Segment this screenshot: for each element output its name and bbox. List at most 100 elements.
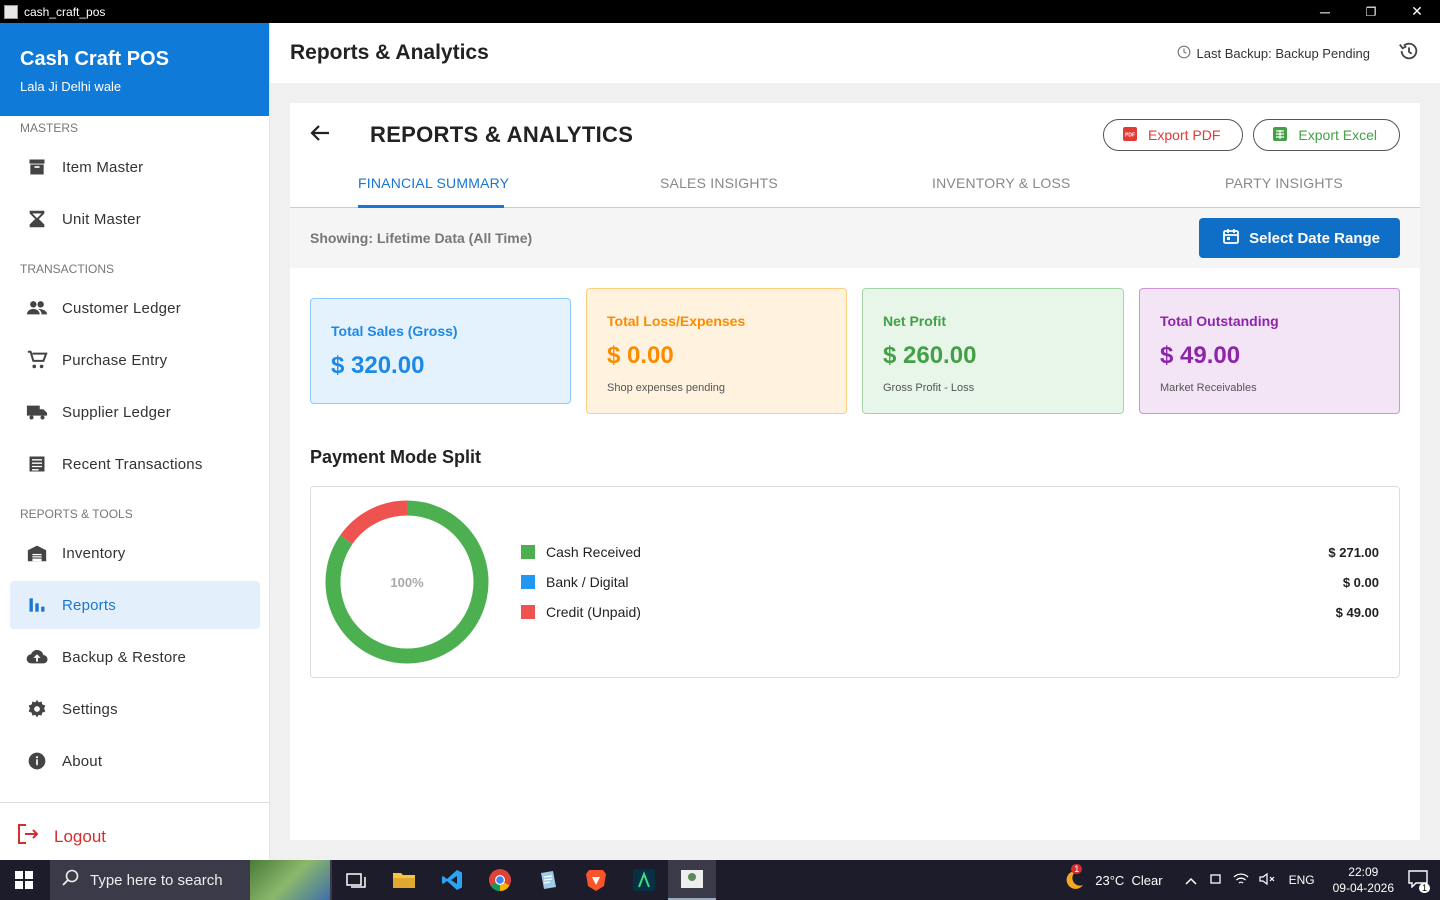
export-excel-label: Export Excel: [1298, 127, 1377, 143]
section-transactions: TRANSACTIONS: [20, 262, 115, 276]
sidebar-item-label: Backup & Restore: [62, 648, 187, 666]
sidebar-item-label: About: [62, 752, 103, 770]
card-label: Total Outstanding: [1160, 313, 1279, 329]
legend-swatch: [521, 545, 535, 559]
legend-value: $ 49.00: [1335, 604, 1379, 620]
export-pdf-button[interactable]: PDF Export PDF: [1103, 119, 1244, 151]
report-tabs: FINANCIAL SUMMARY SALES INSIGHTS INVENTO…: [290, 167, 1420, 208]
weather-badge: 1: [1071, 863, 1083, 874]
app-icon: [4, 4, 18, 19]
tab-sales-insights[interactable]: SALES INSIGHTS: [660, 175, 778, 191]
notes-app-icon[interactable]: [524, 860, 572, 900]
system-tray: 1 23°C Clear ENG 22:09 09-04-2026 1: [1063, 860, 1440, 900]
minimize-button[interactable]: ─: [1302, 0, 1348, 23]
close-button[interactable]: ✕: [1394, 0, 1440, 23]
backup-status: Last Backup: Backup Pending: [1177, 45, 1370, 62]
android-studio-icon[interactable]: [620, 860, 668, 900]
card-note: Gross Profit - Loss: [883, 382, 975, 394]
card-note: Market Receivables: [1160, 382, 1257, 394]
tab-inventory-loss[interactable]: INVENTORY & LOSS: [932, 175, 1071, 191]
backup-status-text: Last Backup: Backup Pending: [1196, 45, 1370, 61]
logout-button[interactable]: Logout: [16, 823, 106, 850]
reports-panel: REPORTS & ANALYTICS PDF Export PDF Expor…: [290, 103, 1420, 840]
vscode-icon[interactable]: [428, 860, 476, 900]
shop-name: Lala Ji Delhi wale: [20, 79, 122, 94]
sidebar-item-inventory[interactable]: Inventory: [10, 529, 260, 577]
language-indicator[interactable]: ENG: [1289, 873, 1315, 887]
sidebar-item-customer-ledger[interactable]: Customer Ledger: [10, 284, 260, 332]
weather-icon[interactable]: 1: [1063, 863, 1085, 893]
total-sales-card: Total Sales (Gross) $ 320.00: [310, 298, 571, 404]
window-title: cash_craft_pos: [24, 4, 106, 19]
wifi-icon[interactable]: [1233, 872, 1249, 889]
weather-text[interactable]: 23°C Clear: [1095, 873, 1162, 888]
legend-value: $ 271.00: [1328, 544, 1379, 560]
back-arrow-icon[interactable]: [310, 124, 340, 147]
sidebar-divider: [0, 802, 270, 803]
start-button[interactable]: [0, 860, 48, 900]
card-label: Total Loss/Expenses: [607, 313, 746, 329]
people-icon: [26, 297, 48, 319]
sidebar-item-settings[interactable]: Settings: [10, 685, 260, 733]
payment-mode-split-title: Payment Mode Split: [310, 447, 482, 467]
card-value: $ 49.00: [1160, 342, 1241, 369]
cloud-upload-icon: [26, 646, 48, 668]
meet-icon[interactable]: [1209, 872, 1223, 889]
sidebar-item-item-master[interactable]: Item Master: [10, 143, 260, 191]
net-profit-card: Net Profit $ 260.00 Gross Profit - Loss: [862, 288, 1124, 414]
info-icon: [26, 750, 48, 772]
windows-taskbar: Type here to search 1 23°C Clear ENG 22:…: [0, 860, 1440, 900]
select-date-range-button[interactable]: Select Date Range: [1199, 218, 1400, 258]
section-reports-tools: REPORTS & TOOLS: [20, 507, 133, 521]
legend-label: Bank / Digital: [546, 574, 629, 590]
export-excel-button[interactable]: Export Excel: [1253, 119, 1400, 151]
tab-financial-summary[interactable]: FINANCIAL SUMMARY: [358, 175, 509, 191]
truck-icon: [26, 401, 48, 423]
sidebar-item-label: Recent Transactions: [62, 455, 203, 473]
search-placeholder: Type here to search: [90, 871, 223, 889]
notification-icon[interactable]: 1: [1408, 869, 1430, 893]
volume-icon[interactable]: [1258, 872, 1275, 889]
card-label: Total Sales (Gross): [331, 323, 458, 339]
top-header: Reports & Analytics Last Backup: Backup …: [270, 23, 1440, 83]
sidebar-item-backup-restore[interactable]: Backup & Restore: [10, 633, 260, 681]
clock[interactable]: 22:09 09-04-2026: [1333, 864, 1394, 896]
sidebar-item-label: Customer Ledger: [62, 299, 181, 317]
sidebar-item-label: Settings: [62, 700, 118, 718]
spreadsheet-icon: [1272, 126, 1288, 145]
sidebar-item-about[interactable]: About: [10, 737, 260, 785]
sidebar-item-unit-master[interactable]: Unit Master: [10, 195, 260, 243]
sidebar-item-supplier-ledger[interactable]: Supplier Ledger: [10, 388, 260, 436]
export-pdf-label: Export PDF: [1148, 127, 1221, 143]
panel-toolbar: REPORTS & ANALYTICS PDF Export PDF Expor…: [290, 103, 1420, 167]
bar-chart-icon: [26, 594, 48, 616]
sidebar-item-purchase-entry[interactable]: Purchase Entry: [10, 336, 260, 384]
windows-logo-icon: [15, 871, 33, 889]
filter-bar: Showing: Lifetime Data (All Time) Select…: [290, 208, 1420, 268]
sidebar-item-label: Supplier Ledger: [62, 403, 171, 421]
payment-donut-chart: 100%: [325, 500, 489, 664]
chevron-up-icon[interactable]: [1185, 873, 1197, 888]
history-icon[interactable]: [1398, 40, 1420, 67]
sidebar-item-label: Item Master: [62, 158, 144, 176]
app-name: Cash Craft POS: [20, 48, 169, 70]
cash-craft-taskbar-icon[interactable]: [668, 860, 716, 900]
legend-row-bank: Bank / Digital $ 0.00: [521, 574, 1379, 590]
tab-party-insights[interactable]: PARTY INSIGHTS: [1225, 175, 1343, 191]
logout-label: Logout: [54, 826, 106, 846]
donut-center-label: 100%: [390, 575, 424, 590]
sidebar-item-recent-transactions[interactable]: Recent Transactions: [10, 440, 260, 488]
page-title: Reports & Analytics: [290, 41, 489, 64]
select-date-range-label: Select Date Range: [1249, 229, 1380, 247]
legend-value: $ 0.00: [1342, 574, 1379, 590]
chrome-icon[interactable]: [476, 860, 524, 900]
legend-row-credit: Credit (Unpaid) $ 49.00: [521, 604, 1379, 620]
sidebar-item-reports[interactable]: Reports: [10, 581, 260, 629]
brand-header: Cash Craft POS Lala Ji Delhi wale: [0, 23, 269, 116]
task-view-icon[interactable]: [332, 860, 380, 900]
file-explorer-icon[interactable]: [380, 860, 428, 900]
restore-button[interactable]: ❐: [1348, 0, 1394, 23]
list-icon: [26, 453, 48, 475]
brave-browser-icon[interactable]: [572, 860, 620, 900]
card-value: $ 260.00: [883, 342, 977, 369]
